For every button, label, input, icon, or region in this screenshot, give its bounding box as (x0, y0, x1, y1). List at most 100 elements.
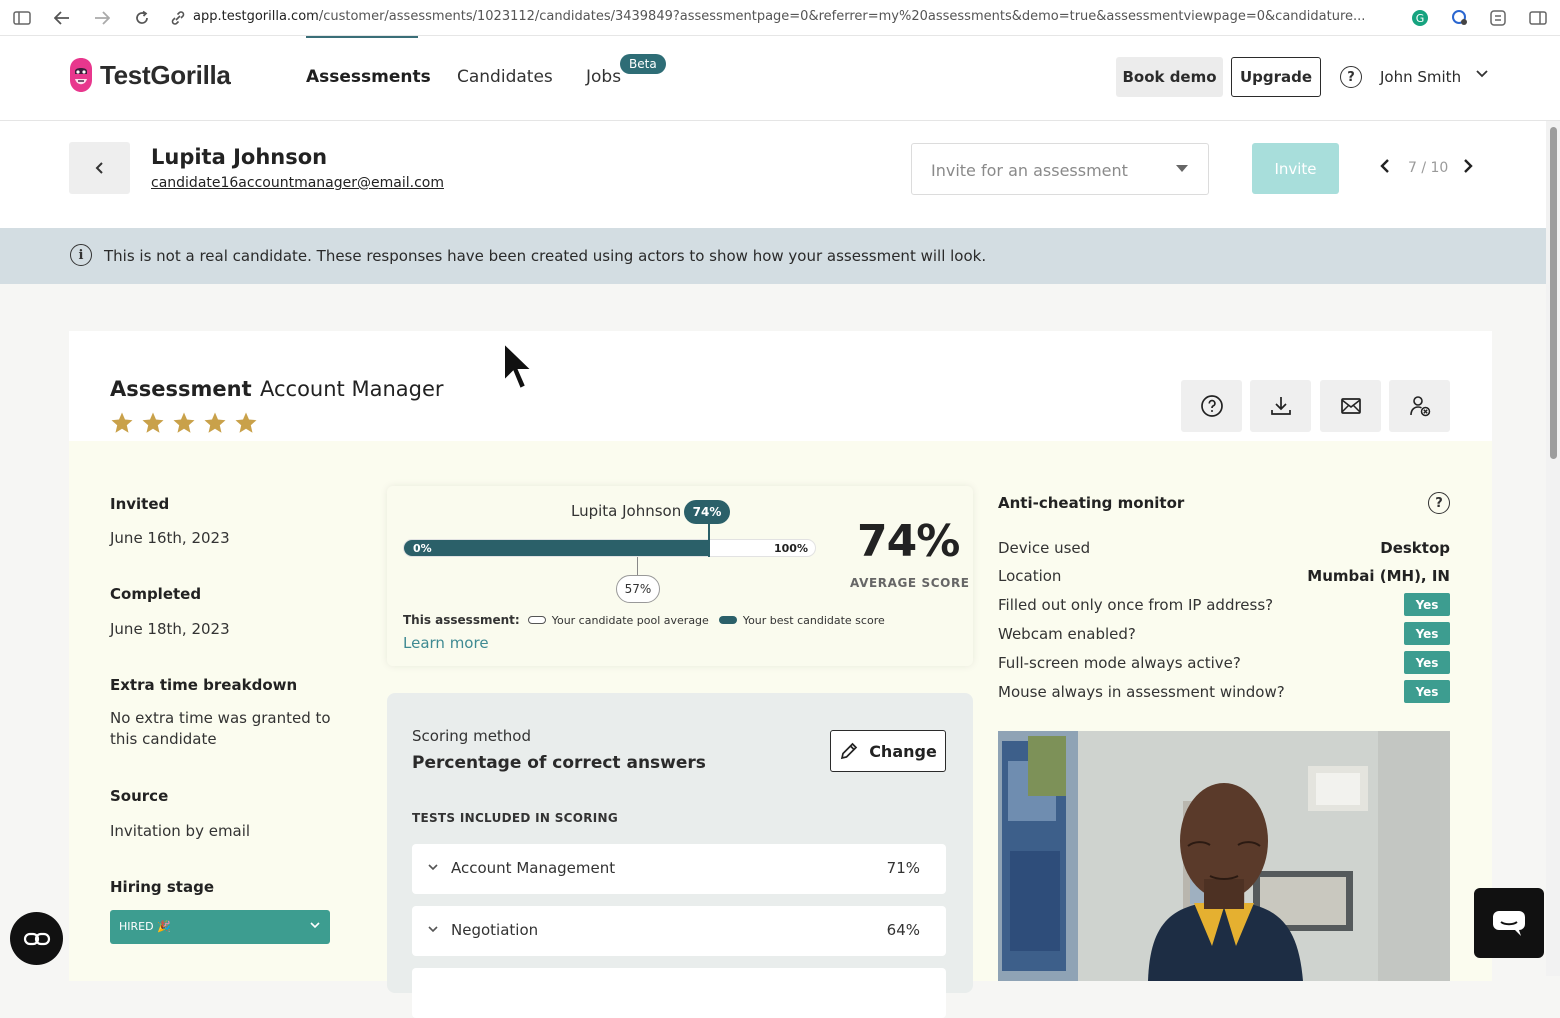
device-label: Device used (998, 539, 1091, 557)
tests-heading: TESTS INCLUDED IN SCORING (412, 811, 619, 825)
site-settings-icon[interactable] (168, 8, 188, 28)
pool-legend-swatch (527, 616, 546, 624)
star-icon[interactable] (234, 411, 258, 435)
star-rating[interactable] (110, 411, 258, 435)
test-name: Negotiation (451, 921, 539, 939)
help-button[interactable] (1181, 380, 1242, 432)
address-bar[interactable]: app.testgorilla.com/customer/assessments… (193, 9, 1373, 24)
check-yes-badge: Yes (1404, 680, 1450, 703)
score-bar-fill (404, 540, 709, 556)
candidate-email-link[interactable]: candidate16accountmanager@email.com (151, 175, 444, 191)
average-score-label: AVERAGE SCORE (850, 576, 970, 590)
extensions-puzzle-icon[interactable] (1488, 8, 1508, 28)
chat-support-button[interactable] (1474, 888, 1544, 958)
chat-bubble-icon (1493, 911, 1525, 936)
score-candidate-name: Lupita Johnson (571, 502, 682, 520)
page-scrollbar[interactable] (1546, 121, 1560, 976)
nav-assessments[interactable]: Assessments (306, 67, 431, 87)
browser-toolbar: app.testgorilla.com/customer/assessments… (0, 0, 1560, 36)
forward-arrow-icon[interactable] (92, 8, 112, 28)
pool-average-marker (637, 557, 638, 576)
nav-candidates[interactable]: Candidates (457, 67, 553, 87)
check-row: Full-screen mode always active? Yes (998, 651, 1450, 675)
chevron-left-icon (95, 162, 103, 174)
check-yes-badge: Yes (1404, 651, 1450, 674)
scrollbar-thumb[interactable] (1550, 127, 1557, 459)
download-icon (1270, 397, 1291, 415)
candidate-name: Lupita Johnson (151, 145, 328, 169)
link-icon (23, 932, 50, 945)
change-scoring-button[interactable]: Change (830, 730, 946, 772)
check-label: Webcam enabled? (998, 625, 1136, 643)
invite-button[interactable]: Invite (1252, 143, 1339, 194)
beta-badge: Beta (620, 54, 666, 74)
bar-max-label: 100% (774, 542, 808, 555)
anticheat-title: Anti-cheating monitor (998, 494, 1185, 512)
check-label: Mouse always in assessment window? (998, 683, 1285, 701)
test-name: Account Management (451, 859, 616, 877)
next-candidate-icon[interactable] (1463, 158, 1473, 179)
best-legend-swatch (718, 616, 737, 624)
split-view-icon[interactable] (1528, 8, 1548, 28)
back-arrow-icon[interactable] (52, 8, 72, 28)
test-score: 71% (886, 859, 920, 877)
chevron-down-icon[interactable] (1476, 67, 1488, 82)
scoring-method-panel: Scoring method Percentage of correct ans… (387, 693, 973, 1018)
test-row[interactable]: Account Management 71% (412, 844, 946, 894)
invited-value: June 16th, 2023 (110, 529, 230, 547)
source-label: Source (110, 787, 169, 805)
extension-icon[interactable] (1450, 8, 1470, 28)
nav-jobs[interactable]: Jobs (586, 67, 621, 87)
hiring-stage-select[interactable]: HIRED 🎉 (110, 910, 330, 944)
book-demo-button[interactable]: Book demo (1116, 57, 1223, 97)
sidebar-toggle-icon[interactable] (12, 8, 32, 28)
chevron-down-icon (428, 923, 438, 936)
email-button[interactable] (1320, 380, 1381, 432)
device-row: Device used Desktop (998, 536, 1450, 560)
invite-assessment-select[interactable]: Invite for an assessment (911, 143, 1209, 195)
completed-value: June 18th, 2023 (110, 620, 230, 638)
help-icon[interactable]: ? (1340, 66, 1362, 88)
pencil-icon (841, 742, 858, 760)
previous-candidate-icon[interactable] (1380, 158, 1390, 179)
testgorilla-logo[interactable]: TestGorilla (68, 56, 231, 94)
gorilla-logo-icon (70, 58, 92, 92)
legend-pool: Your candidate pool average (551, 613, 709, 627)
download-button[interactable] (1250, 380, 1311, 432)
grammarly-extension-icon[interactable]: G (1410, 8, 1430, 28)
star-icon[interactable] (141, 411, 165, 435)
assessment-card-header: Assessment Account Manager (69, 331, 1492, 441)
legend-best: Your best candidate score (742, 613, 885, 627)
upgrade-button[interactable]: Upgrade (1231, 57, 1321, 97)
anticheat-help-icon[interactable]: ? (1428, 492, 1450, 514)
pool-average-bubble: 57% (616, 575, 660, 603)
check-yes-badge: Yes (1404, 622, 1450, 645)
back-button[interactable] (69, 142, 130, 194)
star-icon[interactable] (203, 411, 227, 435)
user-menu-name[interactable]: John Smith (1380, 68, 1461, 86)
test-score: 64% (886, 921, 920, 939)
chevron-down-icon (310, 919, 320, 932)
reject-candidate-button[interactable] (1389, 380, 1450, 432)
extra-time-value: No extra time was granted to this candid… (110, 709, 331, 748)
webcam-snapshot[interactable] (998, 731, 1450, 981)
invited-label: Invited (110, 495, 170, 513)
check-row: Filled out only once from IP address? Ye… (998, 593, 1450, 617)
star-icon[interactable] (172, 411, 196, 435)
reload-icon[interactable] (132, 8, 152, 28)
score-legend: This assessment: Your candidate pool ave… (403, 613, 885, 627)
candidate-header: Lupita Johnson candidate16accountmanager… (0, 121, 1546, 228)
hiring-stage-value: HIRED 🎉 (119, 920, 171, 933)
assessment-label: Assessment (110, 377, 252, 401)
star-icon[interactable] (110, 411, 134, 435)
floating-action-button[interactable] (10, 912, 63, 965)
average-score-value: 74% (857, 516, 960, 567)
source-value: Invitation by email (110, 822, 251, 840)
mail-icon (1340, 398, 1361, 414)
scoring-method-label: Scoring method (412, 727, 532, 745)
check-label: Full-screen mode always active? (998, 654, 1241, 672)
learn-more-link[interactable]: Learn more (403, 634, 489, 652)
app-header: TestGorilla Assessments Candidates Jobs … (0, 36, 1560, 121)
test-row[interactable]: Negotiation 64% (412, 906, 946, 956)
caret-down-icon (1176, 165, 1188, 172)
